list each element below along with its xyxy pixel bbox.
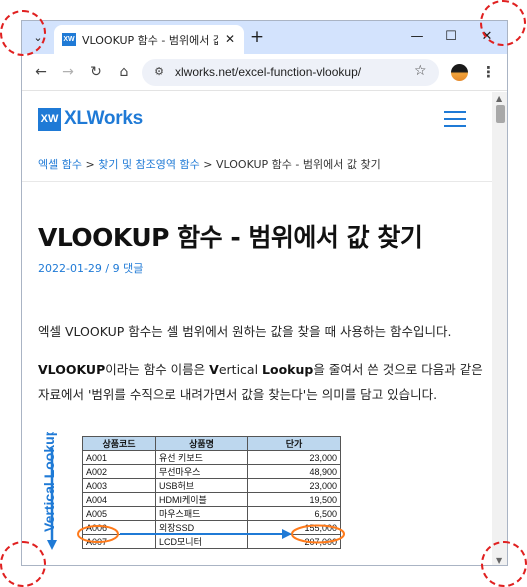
breadcrumb: 엑셀 함수 > 찾기 및 참조영역 함수 > VLOOKUP 함수 - 범위에서… — [38, 156, 381, 172]
name-cell: 마우스패드 — [155, 506, 248, 521]
price-cell: 155,000 — [247, 520, 341, 535]
table-row: A007 LCD모니터 207,000 — [82, 534, 341, 549]
header-cell: 상품코드 — [82, 436, 156, 451]
post-meta-link[interactable]: 2022-01-29 / 9 댓글 — [38, 260, 143, 276]
name-paragraph: VLOOKUP이라는 함수 이름은 Vertical Lookup을 줄여서 쓴… — [38, 359, 483, 378]
price-cell: 6,500 — [247, 506, 341, 521]
table-row-highlighted: A006 외장SSD 155,000 — [82, 520, 341, 535]
browser-toolbar: ← → ↻ ⌂ ⚙ xlworks.net/excel-function-vlo… — [22, 54, 507, 91]
table-row: A002 무선마우스 48,900 — [82, 464, 341, 479]
site-info-icon[interactable]: ⚙ — [151, 64, 167, 80]
vertical-lookup-label: Vertical Lookup — [41, 432, 57, 532]
name-cell: USB허브 — [155, 478, 248, 493]
bold-vlookup: VLOOKUP — [38, 362, 106, 377]
url-text: xlworks.net/excel-function-vlookup/ — [175, 65, 362, 79]
tab-title: VLOOKUP 함수 - 범위에서 값 찾기 - XLWorks — [82, 34, 218, 47]
reload-icon[interactable]: ↻ — [87, 63, 105, 81]
back-arrow-icon[interactable]: ← — [32, 63, 50, 81]
minimize-button[interactable]: — — [408, 28, 426, 46]
meaning-paragraph: 자료에서 '범위를 수직으로 내려가면서 값을 찾는다'는 의미를 담고 있습니… — [38, 387, 438, 402]
forward-arrow-icon[interactable]: → — [59, 63, 77, 81]
para-text: 이라는 함수 이름은 — [105, 362, 210, 377]
price-cell: 48,900 — [247, 464, 341, 479]
vertical-lookup-text: Vertical Lookup — [41, 432, 57, 532]
page-scrollbar[interactable]: ▲ ▼ — [492, 92, 507, 565]
corner-marker-bottom-right — [481, 541, 527, 587]
new-tab-button[interactable]: + — [248, 28, 266, 46]
code-cell: A004 — [82, 492, 156, 507]
code-cell: A001 — [82, 450, 156, 465]
favicon-icon: XW — [62, 33, 76, 46]
logo-text: XLWorks — [64, 108, 143, 129]
profile-avatar[interactable] — [451, 64, 468, 81]
corner-marker-top-right — [480, 0, 526, 46]
header-divider — [22, 181, 492, 182]
code-cell: A006 — [82, 520, 156, 535]
tab-strip: ⌄ XW VLOOKUP 함수 - 범위에서 값 찾기 - XLWorks ✕ … — [22, 21, 507, 54]
breadcrumb-link-lookup-functions[interactable]: 찾기 및 참조영역 함수 — [98, 158, 200, 171]
site-logo[interactable]: XW XLWorks — [38, 107, 143, 131]
name-cell: 유선 키보드 — [155, 450, 248, 465]
menu-kebab-icon[interactable]: ⋮ — [481, 63, 496, 81]
corner-marker-top-left — [0, 10, 46, 56]
bold-lookup: Lookup — [262, 362, 314, 377]
vlookup-figure: Vertical Lookup 상품코드 상품명 단가 A001 유선 키보드 … — [41, 432, 352, 565]
breadcrumb-separator: > — [81, 158, 99, 171]
scroll-thumb[interactable] — [496, 105, 505, 123]
maximize-button[interactable]: ☐ — [442, 28, 460, 46]
header-cell: 상품명 — [155, 436, 248, 451]
name-cell: HDMI케이블 — [155, 492, 248, 507]
bookmark-star-icon[interactable]: ☆ — [414, 63, 427, 79]
code-cell: A002 — [82, 464, 156, 479]
code-cell: A005 — [82, 506, 156, 521]
table-row: A003 USB허브 23,000 — [82, 478, 341, 493]
address-bar[interactable]: ⚙ xlworks.net/excel-function-vlookup/ ☆ — [142, 59, 439, 86]
code-cell: A007 — [82, 534, 156, 549]
page-title: VLOOKUP 함수 - 범위에서 값 찾기 — [38, 223, 423, 252]
price-cell: 207,000 — [247, 534, 341, 549]
close-tab-icon[interactable]: ✕ — [222, 31, 238, 47]
home-icon[interactable]: ⌂ — [115, 63, 133, 81]
active-tab[interactable]: XW VLOOKUP 함수 - 범위에서 값 찾기 - XLWorks ✕ — [54, 25, 244, 54]
intro-paragraph: 엑셀 VLOOKUP 함수는 셀 범위에서 원하는 값을 찾을 때 사용하는 함… — [38, 324, 452, 339]
table-row: A005 마우스패드 6,500 — [82, 506, 341, 521]
name-cell: LCD모니터 — [155, 534, 248, 549]
browser-window: ⌄ XW VLOOKUP 함수 - 범위에서 값 찾기 - XLWorks ✕ … — [21, 20, 508, 566]
price-cell: 23,000 — [247, 450, 341, 465]
header-cell: 단가 — [247, 436, 341, 451]
table-header-row: 상품코드 상품명 단가 — [82, 436, 341, 451]
logo-mark-icon: XW — [38, 107, 61, 131]
scroll-up-icon[interactable]: ▲ — [496, 94, 502, 103]
para-text: 을 줄여서 쓴 것으로 다음과 같은 — [313, 362, 483, 377]
breadcrumb-link-excel-functions[interactable]: 엑셀 함수 — [38, 158, 82, 171]
breadcrumb-current: VLOOKUP 함수 - 범위에서 값 찾기 — [216, 158, 381, 171]
corner-marker-bottom-left — [0, 541, 46, 587]
page-viewport: XW XLWorks 엑셀 함수 > 찾기 및 참조영역 함수 > VLOOKU… — [22, 92, 492, 565]
price-cell: 19,500 — [247, 492, 341, 507]
product-table: 상품코드 상품명 단가 A001 유선 키보드 23,000 A002 무선마우… — [82, 436, 341, 549]
table-row: A004 HDMI케이블 19,500 — [82, 492, 341, 507]
price-cell: 23,000 — [247, 478, 341, 493]
code-cell: A003 — [82, 478, 156, 493]
name-cell: 외장SSD — [155, 520, 248, 535]
para-text: ertical — [218, 362, 263, 377]
table-row: A001 유선 키보드 23,000 — [82, 450, 341, 465]
breadcrumb-separator: > — [199, 158, 216, 171]
name-cell: 무선마우스 — [155, 464, 248, 479]
hamburger-menu-icon[interactable] — [444, 111, 466, 127]
bold-v: V — [209, 362, 219, 377]
